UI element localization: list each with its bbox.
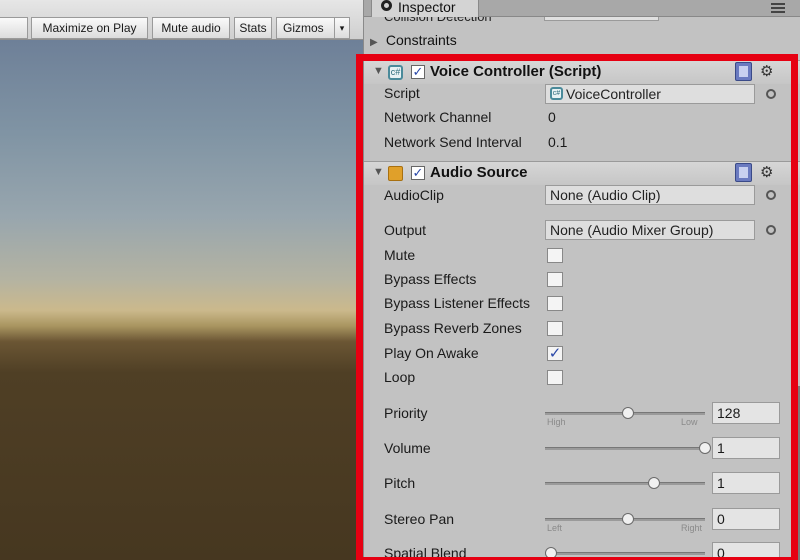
toggle-checkbox[interactable] [547, 296, 563, 311]
slider-label: Spatial Blend [384, 545, 467, 560]
slider-label: Volume [384, 440, 431, 456]
object-picker-icon[interactable] [766, 190, 776, 200]
voice-controller-prop-label: Script [384, 85, 420, 101]
constraints-label: Constraints [385, 32, 457, 48]
toggle-checkbox[interactable] [547, 272, 563, 287]
slider-label: Stereo Pan [384, 511, 455, 527]
gear-icon[interactable]: ⚙ [760, 163, 773, 181]
slider-max-label: Right [681, 523, 703, 533]
voice-controller-prop-label: Network Channel [384, 109, 492, 125]
slider-thumb[interactable] [648, 477, 661, 489]
slider-min-label: High [547, 417, 566, 427]
audio-source-icon [388, 166, 403, 181]
foldout-arrow-icon[interactable]: ▼ [373, 65, 384, 77]
toggle-label: Bypass Effects [384, 271, 477, 287]
slider-track[interactable] [545, 447, 705, 450]
voice-controller-prop-label: Network Send Interval [384, 134, 522, 150]
voice-controller-title: Voice Controller (Script) [430, 63, 602, 80]
game-toolbar: Maximize on Play Mute audio Stats Gizmos… [0, 0, 363, 40]
slider-label: Priority [384, 405, 428, 421]
gizmos-button[interactable]: Gizmos [276, 17, 336, 39]
slider-label: Pitch [384, 475, 416, 491]
slider-track[interactable] [545, 482, 705, 485]
slider-thumb[interactable] [699, 442, 711, 454]
inspector-panel: Collision Detection Discrete Inspector ▶… [363, 0, 800, 560]
toggle-label: Mute [384, 247, 416, 263]
inspector-tab[interactable]: Inspector [371, 0, 479, 17]
toggle-checkbox[interactable] [547, 321, 563, 336]
gear-icon[interactable]: ⚙ [760, 62, 773, 80]
inspector-scrollbar[interactable] [794, 386, 800, 560]
toggle-label: Bypass Listener Effects [384, 295, 531, 311]
script-icon: c# [550, 87, 563, 100]
script-icon: c# [388, 65, 403, 80]
help-book-icon[interactable] [735, 163, 752, 182]
slider-value-field[interactable]: 1 [712, 437, 780, 459]
stats-button[interactable]: Stats [234, 17, 272, 39]
voice-controller-prop-value[interactable]: 0 [548, 109, 556, 125]
panel-menu-icon[interactable] [771, 3, 785, 13]
output-field[interactable]: None (Audio Mixer Group) [545, 220, 755, 240]
object-picker-icon[interactable] [766, 225, 776, 235]
help-book-icon[interactable] [735, 62, 752, 81]
mute-audio-button[interactable]: Mute audio [152, 17, 230, 39]
slider-track[interactable] [545, 552, 705, 555]
toolbar-button-cut[interactable] [0, 17, 28, 39]
toggle-checkbox[interactable]: ✓ [547, 346, 563, 361]
toggle-label: Loop [384, 369, 416, 385]
slider-value-field[interactable]: 128 [712, 402, 780, 424]
inspector-tab-label: Inspector [398, 0, 456, 15]
toggle-label: Play On Awake [384, 345, 479, 361]
toggle-label: Bypass Reverb Zones [384, 320, 522, 336]
foldout-arrow-icon: ▶ [370, 37, 378, 48]
maximize-on-play-button[interactable]: Maximize on Play [31, 17, 148, 39]
voice-controller-prop-value[interactable]: 0.1 [548, 134, 567, 150]
toggle-checkbox[interactable] [547, 370, 563, 385]
object-picker-icon[interactable] [766, 89, 776, 99]
game-view: Maximize on Play Mute audio Stats Gizmos… [0, 0, 363, 560]
output-label: Output [384, 222, 427, 238]
slider-value-field[interactable]: 0 [712, 542, 780, 560]
slider-max-label: Low [681, 417, 698, 427]
info-icon [381, 0, 392, 11]
slider-value-field[interactable]: 0 [712, 508, 780, 530]
audio-source-title: Audio Source [430, 164, 528, 181]
constraints-foldout[interactable]: ▶ Constraints [370, 32, 457, 48]
game-viewport[interactable] [0, 40, 363, 560]
voice-controller-enabled-checkbox[interactable]: ✓ [411, 65, 425, 79]
slider-thumb[interactable] [545, 547, 557, 559]
slider-thumb[interactable] [622, 513, 634, 525]
unity-editor: Maximize on Play Mute audio Stats Gizmos… [0, 0, 800, 560]
audio-source-header[interactable]: ▼ ✓ Audio Source ⚙ [364, 161, 800, 185]
inspector-tab-bar: Inspector [364, 0, 800, 17]
foldout-arrow-icon[interactable]: ▼ [373, 166, 384, 178]
toggle-checkbox[interactable] [547, 248, 563, 263]
slider-value-field[interactable]: 1 [712, 472, 780, 494]
script-field[interactable]: VoiceController [545, 84, 755, 104]
audio-source-enabled-checkbox[interactable]: ✓ [411, 166, 425, 180]
audio-clip-field[interactable]: None (Audio Clip) [545, 185, 755, 205]
audio-clip-label: AudioClip [384, 187, 444, 203]
slider-min-label: Left [547, 523, 563, 533]
gizmos-dropdown-icon[interactable]: ▾ [334, 17, 350, 39]
slider-thumb[interactable] [622, 407, 634, 419]
voice-controller-header[interactable]: ▼ c# ✓ Voice Controller (Script) ⚙ [364, 60, 800, 84]
